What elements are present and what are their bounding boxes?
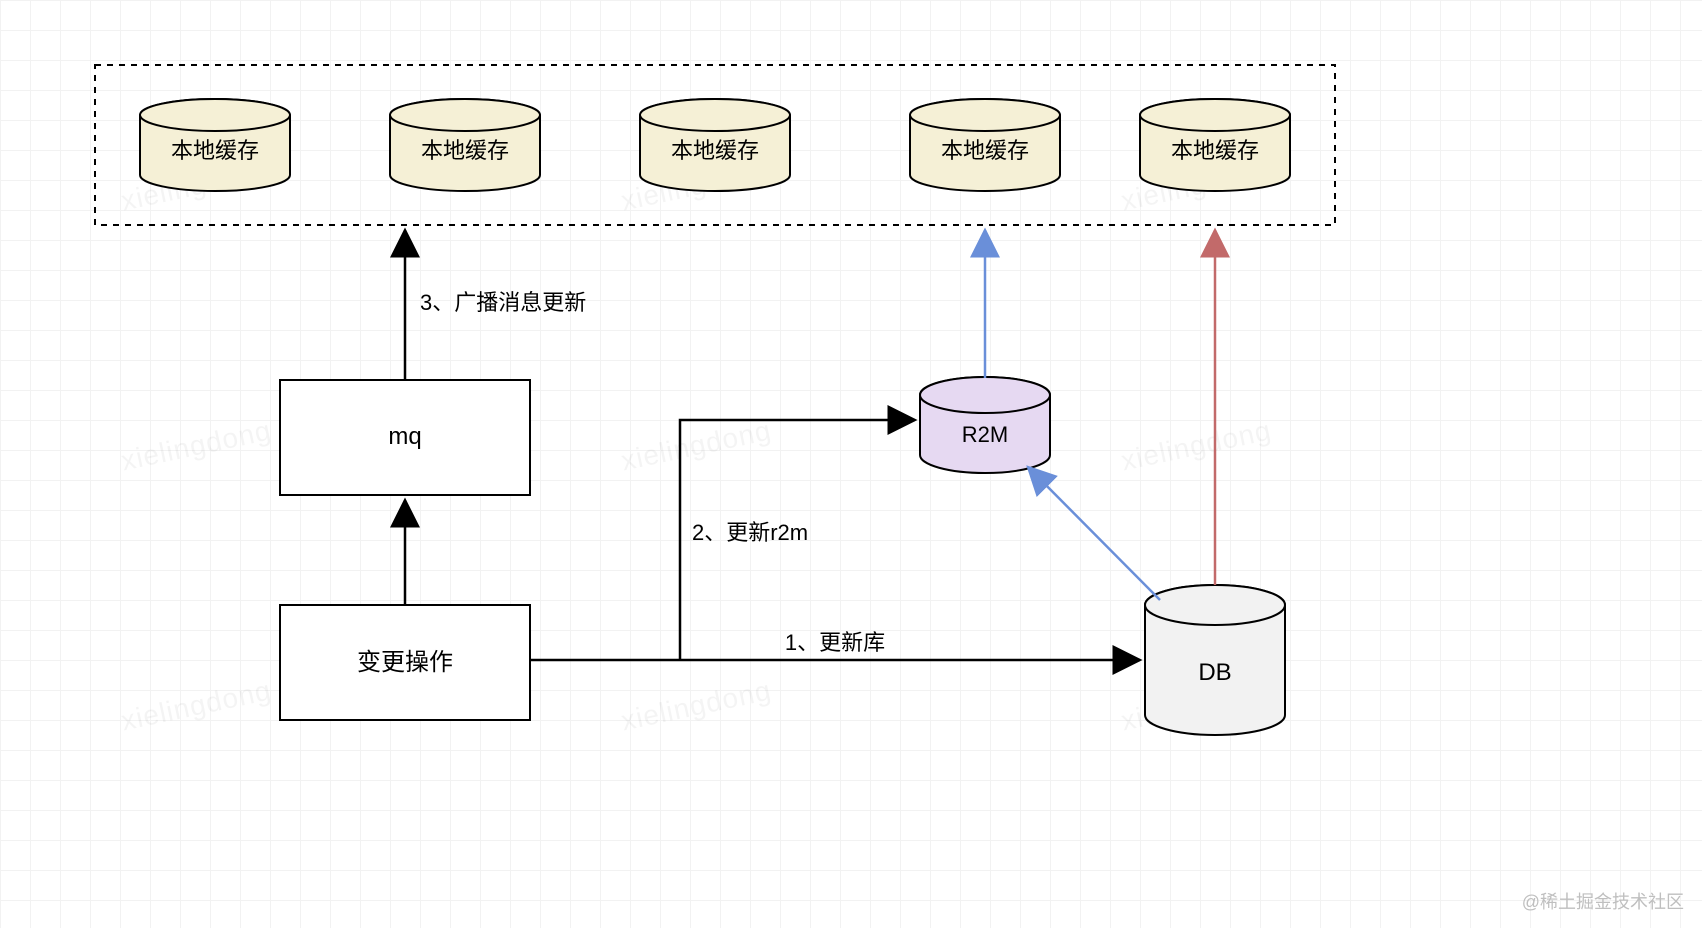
cache-cylinder: 本地缓存 xyxy=(910,99,1060,191)
change-op-label: 变更操作 xyxy=(357,649,453,676)
db-node: DB xyxy=(1145,585,1285,735)
change-op-node: 变更操作 xyxy=(280,605,530,720)
cache-label: 本地缓存 xyxy=(671,138,759,163)
r2m-label: R2M xyxy=(962,422,1008,447)
cache-label: 本地缓存 xyxy=(941,138,1029,163)
cache-label: 本地缓存 xyxy=(421,138,509,163)
cache-label: 本地缓存 xyxy=(1171,138,1259,163)
edge-label-1: 1、更新库 xyxy=(785,630,885,655)
cache-label: 本地缓存 xyxy=(171,138,259,163)
diagram-canvas: 本地缓存 本地缓存 本地缓存 本地缓存 本地缓存 mq 变更操作 xyxy=(0,0,1702,928)
arrow-db-to-r2m xyxy=(1028,467,1160,600)
source-credit: @稀土掘金技术社区 xyxy=(1522,888,1684,914)
mq-node: mq xyxy=(280,380,530,495)
cache-cylinder: 本地缓存 xyxy=(390,99,540,191)
mq-label: mq xyxy=(388,423,421,450)
cache-cylinder: 本地缓存 xyxy=(1140,99,1290,191)
edge-label-2: 2、更新r2m xyxy=(692,520,808,545)
cache-cylinder: 本地缓存 xyxy=(140,99,290,191)
db-label: DB xyxy=(1198,659,1231,686)
r2m-node: R2M xyxy=(920,377,1050,473)
edge-label-3: 3、广播消息更新 xyxy=(420,290,586,315)
cache-cylinder: 本地缓存 xyxy=(640,99,790,191)
